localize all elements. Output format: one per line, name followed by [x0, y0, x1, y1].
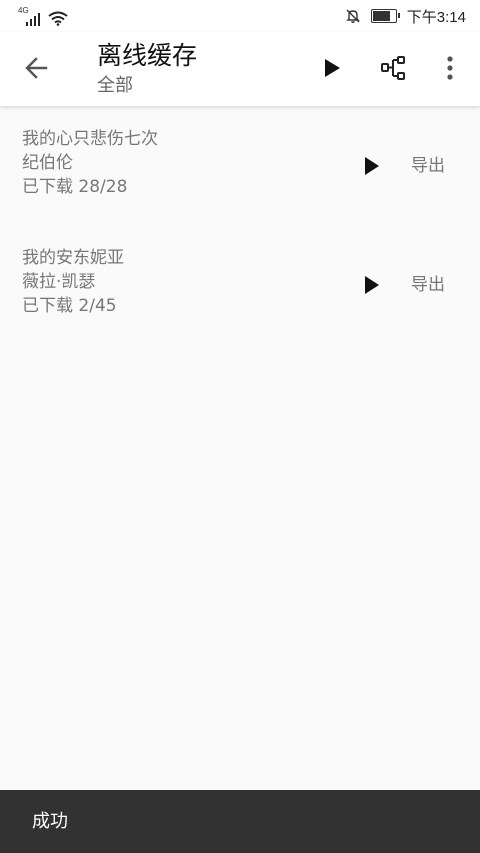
app-bar: 离线缓存 全部	[0, 32, 480, 107]
arrow-back-icon	[25, 57, 48, 79]
list-item[interactable]: 我的心只悲伤七次 纪伯伦 已下载 28/28 导出	[0, 107, 480, 226]
item-progress: 已下载 2/45	[22, 296, 117, 316]
item-artist: 纪伯伦	[22, 153, 73, 173]
item-artist: 薇拉·凯瑟	[22, 272, 96, 292]
status-left: 4G	[18, 6, 68, 26]
notifications-off-icon	[346, 9, 360, 23]
item-info: 我的安东妮亚 薇拉·凯瑟 已下载 2/45	[22, 246, 124, 318]
export-button[interactable]: 导出	[400, 269, 456, 301]
item-progress: 已下载 28/28	[22, 177, 128, 197]
export-button[interactable]: 导出	[400, 150, 456, 182]
status-right: 下午3:14	[345, 4, 466, 28]
title-block: 离线缓存 全部	[97, 40, 197, 98]
network-type-label: 4G	[18, 6, 29, 15]
page-title: 离线缓存	[97, 41, 198, 70]
status-bar: 4G 下午3:14	[0, 0, 480, 32]
back-button[interactable]	[16, 47, 58, 89]
item-info: 我的心只悲伤七次 纪伯伦 已下载 28/28	[22, 127, 158, 199]
item-title: 我的安东妮亚	[22, 248, 124, 268]
play-icon	[325, 59, 340, 77]
offline-cache-list: 我的心只悲伤七次 纪伯伦 已下载 28/28 导出 我的安东妮亚 薇拉·凯瑟 已…	[0, 107, 480, 345]
tree-view-button[interactable]	[373, 47, 415, 89]
play-all-button[interactable]	[311, 47, 353, 89]
play-icon	[365, 157, 379, 175]
wifi-icon	[48, 11, 68, 26]
snackbar: 成功	[0, 790, 480, 853]
item-play-button[interactable]	[352, 265, 392, 305]
battery-icon	[370, 9, 400, 23]
screen: 4G 下午3:14 离线缓存 全部 我的心只悲伤七次 纪伯伦 已下载 28/28…	[0, 0, 480, 853]
status-time: 下午3:14	[406, 8, 466, 26]
more-vert-icon	[447, 56, 453, 80]
tree-structure-icon	[381, 56, 405, 80]
list-item[interactable]: 我的安东妮亚 薇拉·凯瑟 已下载 2/45 导出	[0, 226, 480, 345]
item-play-button[interactable]	[352, 146, 392, 186]
play-icon	[365, 276, 379, 294]
snackbar-message: 成功	[32, 811, 68, 832]
more-options-button[interactable]	[429, 47, 471, 89]
item-title: 我的心只悲伤七次	[22, 129, 158, 149]
page-subtitle: 全部	[97, 75, 133, 96]
